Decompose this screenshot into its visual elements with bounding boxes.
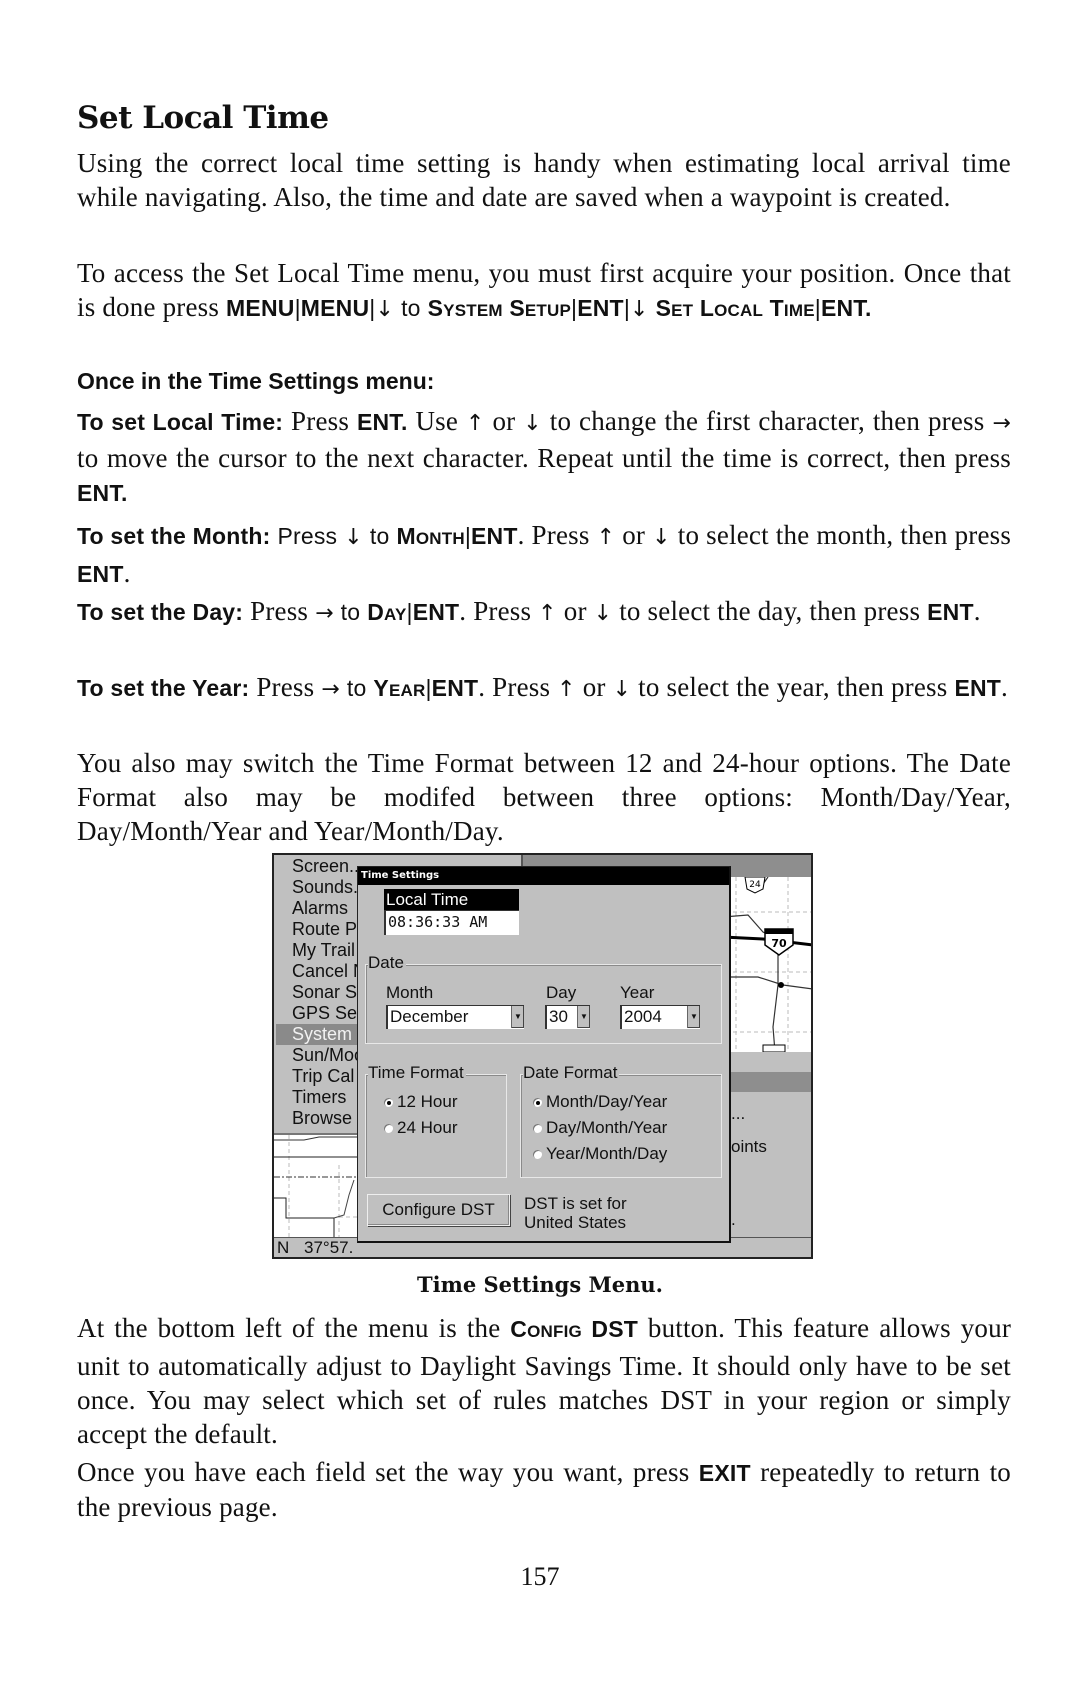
dst-status: DST is set for United States xyxy=(524,1194,627,1232)
menu-item[interactable]: Timers xyxy=(292,1087,346,1108)
menu-set-local-time: SET LOCAL TIME xyxy=(655,295,815,321)
time-format-group: Time Format 12 Hour 24 Hour xyxy=(365,1063,507,1178)
down-arrow-icon: ↓ xyxy=(630,297,649,322)
latitude-readout: 37°57. xyxy=(304,1238,354,1257)
radio-day-month-year[interactable]: Day/Month/Year xyxy=(533,1118,667,1138)
menu-item[interactable]: Screen.. xyxy=(292,856,359,877)
up-arrow-icon: ↑ xyxy=(557,677,576,702)
svg-text:24: 24 xyxy=(749,880,761,890)
menu-item[interactable]: Browse xyxy=(292,1108,352,1129)
right-arrow-icon: → xyxy=(315,601,334,626)
highway-shield-icon: 24 xyxy=(744,876,766,894)
exit-paragraph: Once you have each field set the way you… xyxy=(77,1457,1012,1522)
key-menu: MENU xyxy=(226,295,295,321)
radio-unselected-icon xyxy=(533,1150,542,1159)
menu-item[interactable]: Alarms xyxy=(292,898,348,919)
month-select[interactable]: December ▼ xyxy=(386,1005,524,1029)
key-menu: MENU xyxy=(300,295,370,321)
radio-unselected-icon xyxy=(384,1124,393,1133)
radio-12-hour[interactable]: 12 Hour xyxy=(384,1092,457,1112)
menu-item[interactable]: Cancel N xyxy=(292,961,366,982)
day-label: Day xyxy=(546,983,577,1002)
subheading: Once in the Time Settings menu: xyxy=(77,368,435,394)
config-dst-paragraph: At the bottom left of the menu is the CO… xyxy=(77,1313,1012,1449)
menu-item[interactable]: GPS Se xyxy=(292,1003,357,1024)
local-time-label: Local Time xyxy=(384,889,519,910)
chevron-down-icon[interactable]: ▼ xyxy=(577,1006,590,1028)
svg-text:70: 70 xyxy=(771,937,787,950)
date-format-group: Date Format Month/Day/Year Day/Month/Yea… xyxy=(520,1063,722,1178)
right-arrow-icon: → xyxy=(321,677,340,702)
menu-system-setup: SYSTEM SETUP xyxy=(427,295,572,321)
radio-24-hour[interactable]: 24 Hour xyxy=(384,1118,457,1138)
up-arrow-icon: ↑ xyxy=(538,601,557,626)
year-select[interactable]: 2004 ▼ xyxy=(620,1005,700,1029)
menu-item[interactable]: Trip Cal xyxy=(292,1066,354,1087)
key-ent: ENT xyxy=(577,295,624,321)
down-arrow-icon: ↓ xyxy=(375,297,395,322)
map-junction-icon xyxy=(778,982,784,988)
down-arrow-icon: ↓ xyxy=(612,677,632,702)
radio-unselected-icon xyxy=(533,1124,542,1133)
radio-selected-icon xyxy=(533,1098,542,1107)
chevron-down-icon[interactable]: ▼ xyxy=(511,1006,524,1028)
time-settings-screenshot: 24 70 ... oints . Screen.. Sounds.. Alar… xyxy=(272,853,813,1259)
down-arrow-icon: ↓ xyxy=(593,601,613,626)
up-arrow-icon: ↑ xyxy=(465,411,485,436)
menu-item[interactable]: My Trail xyxy=(292,940,355,961)
format-paragraph: You also may switch the Time Format betw… xyxy=(77,748,1011,846)
radio-month-day-year[interactable]: Month/Day/Year xyxy=(533,1092,667,1112)
figure-caption: Time Settings Menu. xyxy=(417,1272,663,1297)
interstate-shield-icon: 70 xyxy=(764,928,794,956)
time-settings-dialog: Time Settings Local Time 08:36:33 AM Dat… xyxy=(357,866,731,1243)
day-instructions: To set the Day: Press → to DAY|ENT. Pres… xyxy=(77,596,981,626)
menu-item[interactable]: Sonar S xyxy=(292,982,357,1003)
dialog-title: Time Settings xyxy=(358,867,729,885)
key-ent: ENT. xyxy=(820,295,872,321)
year-instructions: To set the Year: Press → to YEAR|ENT. Pr… xyxy=(77,672,1008,702)
chevron-down-icon[interactable]: ▼ xyxy=(687,1006,700,1028)
menu-item[interactable]: Sounds.. xyxy=(292,877,363,898)
local-time-input[interactable]: 08:36:33 AM xyxy=(384,910,519,935)
down-arrow-icon: ↓ xyxy=(344,525,363,550)
radio-selected-icon xyxy=(384,1098,393,1107)
year-label: Year xyxy=(620,983,655,1002)
access-paragraph: To access the Set Local Time menu, you m… xyxy=(77,258,1011,322)
up-arrow-icon: ↑ xyxy=(596,525,616,550)
radio-year-month-day[interactable]: Year/Month/Day xyxy=(533,1144,667,1164)
down-arrow-icon: ↓ xyxy=(523,411,542,436)
right-arrow-icon: → xyxy=(992,411,1011,436)
local-time-instructions: To set Local Time: Press ENT. Use ↑ or ↓… xyxy=(77,406,1011,506)
page-number: 157 xyxy=(520,1562,560,1591)
configure-dst-button[interactable]: Configure DST xyxy=(367,1194,510,1226)
month-instructions: To set the Month: Press ↓ to MONTH|ENT. … xyxy=(77,520,1012,588)
month-label: Month xyxy=(386,983,434,1002)
date-group: Date Month Day Year December ▼ 30 ▼ 2004… xyxy=(365,953,722,1044)
section-heading: Set Local Time xyxy=(77,100,329,136)
menu-item[interactable]: Route P xyxy=(292,919,357,940)
intro-paragraph: Using the correct local time setting is … xyxy=(77,148,1011,212)
menu-item[interactable]: Sun/Moo xyxy=(292,1045,364,1066)
down-arrow-icon: ↓ xyxy=(652,525,671,550)
day-select[interactable]: 30 ▼ xyxy=(545,1005,590,1029)
